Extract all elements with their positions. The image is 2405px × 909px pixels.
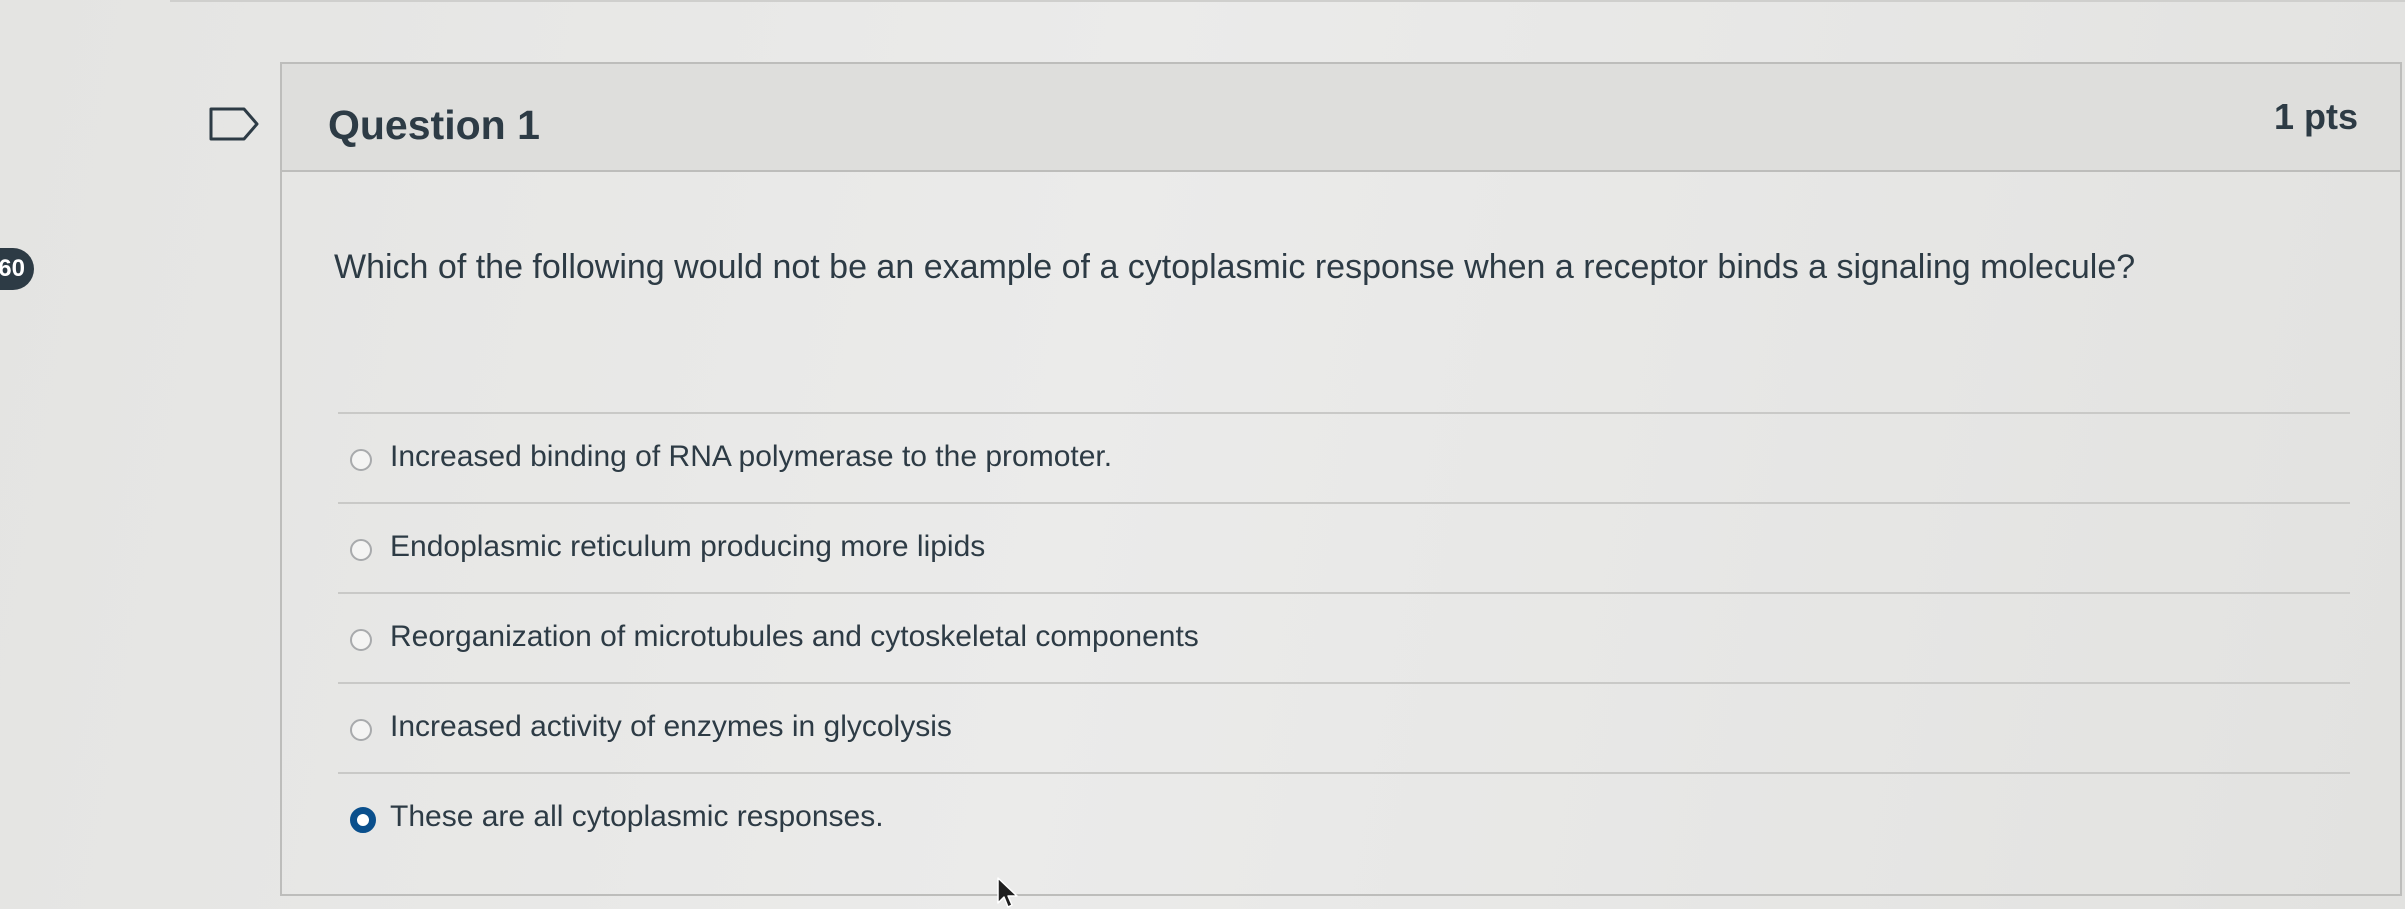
answer-option[interactable]: Increased activity of enzymes in glycoly… <box>338 682 2350 772</box>
answer-option[interactable]: Increased binding of RNA polymerase to t… <box>338 412 2350 502</box>
answer-label[interactable]: Endoplasmic reticulum producing more lip… <box>390 530 985 564</box>
answer-label[interactable]: Increased activity of enzymes in glycoly… <box>390 710 952 744</box>
answer-list: Increased binding of RNA polymerase to t… <box>338 412 2350 862</box>
answer-option-selected[interactable]: These are all cytoplasmic responses. <box>338 772 2350 862</box>
question-text: Which of the following would not be an e… <box>334 248 2136 286</box>
question-title: Question 1 <box>328 102 540 148</box>
question-points: 1 pts <box>2273 96 2358 137</box>
radio-button[interactable] <box>350 449 372 471</box>
top-divider <box>170 0 2405 2</box>
answer-label[interactable]: Increased binding of RNA polymerase to t… <box>390 440 1112 474</box>
question-number-badge[interactable]: 60 <box>0 248 34 290</box>
question-header: Question 1 1 pts <box>282 64 2400 172</box>
mouse-pointer-icon <box>997 877 1018 908</box>
radio-button-selected[interactable] <box>350 807 376 833</box>
radio-button[interactable] <box>350 719 372 741</box>
radio-button[interactable] <box>350 539 372 561</box>
answer-option[interactable]: Reorganization of microtubules and cytos… <box>338 592 2350 682</box>
radio-button[interactable] <box>350 629 372 651</box>
answer-label[interactable]: These are all cytoplasmic responses. <box>390 800 884 834</box>
answer-option[interactable]: Endoplasmic reticulum producing more lip… <box>338 502 2350 592</box>
question-card: Question 1 1 pts Which of the following … <box>280 62 2402 896</box>
answer-label[interactable]: Reorganization of microtubules and cytos… <box>390 620 1199 654</box>
badge-text: 60 <box>0 255 25 282</box>
flag-icon[interactable] <box>208 106 260 142</box>
